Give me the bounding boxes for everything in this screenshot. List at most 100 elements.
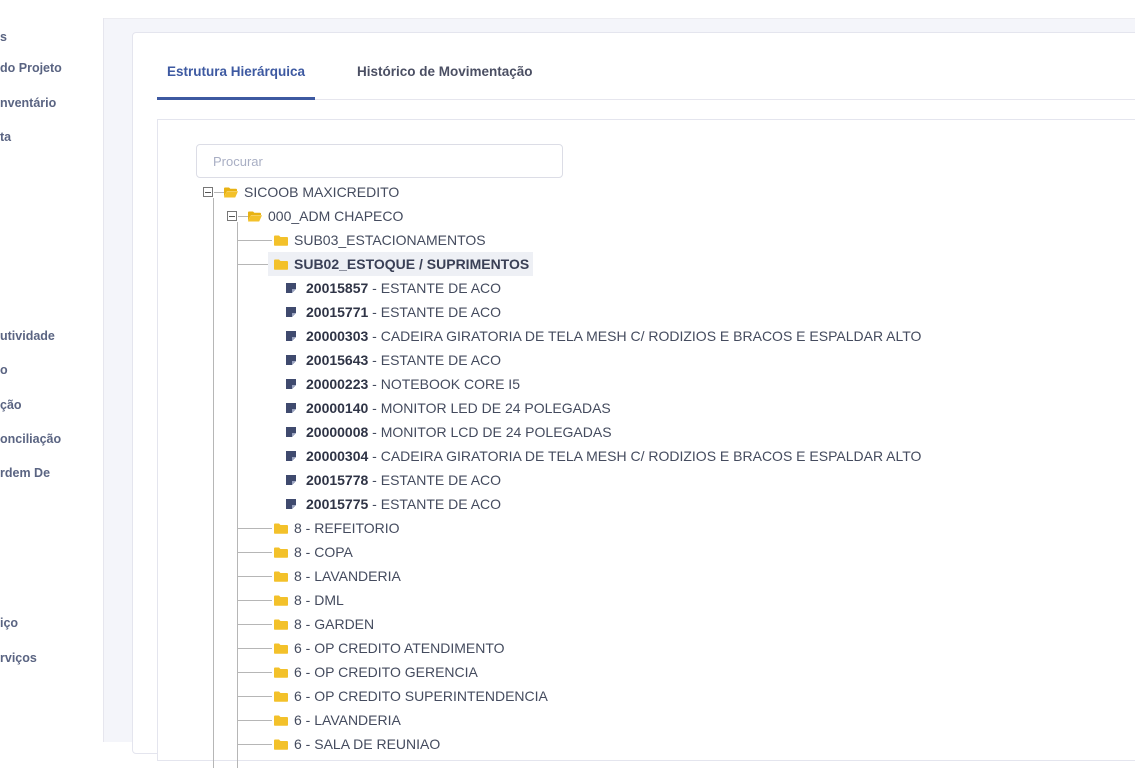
asset-description: - CADEIRA GIRATORIA DE TELA MESH C/ RODI…	[368, 328, 922, 344]
tree-node-label: SICOOB MAXICREDITO	[244, 184, 400, 200]
tree-connector	[238, 576, 272, 577]
folder-open-icon	[248, 211, 262, 222]
folder-icon	[274, 715, 288, 726]
tree-node-asset[interactable]: 20000303 - CADEIRA GIRATORIA DE TELA MES…	[286, 324, 921, 348]
tree-node-label: 6 - OP CREDITO ATENDIMENTO	[294, 640, 505, 656]
asset-code: 20015778	[306, 472, 369, 488]
asset-icon	[286, 420, 296, 437]
tree-node-folder[interactable]: 6 - LAVANDERIA	[274, 708, 401, 732]
folder-icon	[274, 667, 288, 678]
folder-icon	[274, 595, 288, 606]
collapse-toggle-icon[interactable]	[203, 187, 213, 197]
tab-estrutura-hierarquica[interactable]: Estrutura Hierárquica	[157, 33, 316, 100]
tree-connector	[238, 600, 272, 601]
sidebar-item-4[interactable]: ta	[0, 130, 11, 144]
sidebar-item-1[interactable]: s	[0, 30, 7, 44]
tree-node-folder[interactable]: 8 - LAVANDERIA	[274, 564, 401, 588]
sidebar-item-7[interactable]: ção	[0, 398, 22, 412]
tree-node-label: 6 - OP CREDITO SUPERINTENDENCIA	[294, 688, 548, 704]
tree-connector	[238, 744, 272, 745]
tree-node-folder[interactable]: 8 - REFEITORIO	[274, 516, 400, 540]
tree-node-branch[interactable]: 000_ADM CHAPECO	[248, 204, 403, 228]
sidebar-item-ordem-de[interactable]: rdem De	[0, 466, 50, 480]
tree-node-sub02-selected[interactable]: SUB02_ESTOQUE / SUPRIMENTOS	[268, 252, 534, 276]
asset-description: - MONITOR LED DE 24 POLEGADAS	[368, 400, 611, 416]
asset-code: 20000008	[306, 424, 369, 440]
folder-icon	[274, 739, 288, 750]
tree-view: SICOOB MAXICREDITO 000_ADM CHAPECO SUB03…	[158, 120, 1135, 768]
tree-panel: SICOOB MAXICREDITO 000_ADM CHAPECO SUB03…	[157, 119, 1135, 768]
asset-icon	[286, 276, 296, 293]
asset-code: 20000304	[306, 448, 369, 464]
tab-bar: Estrutura Hierárquica Histórico de Movim…	[157, 33, 1135, 100]
tree-node-label: 8 - COPA	[294, 544, 353, 560]
tree-node-asset[interactable]: 20015771 - ESTANTE DE ACO	[286, 300, 501, 324]
tree-connector	[238, 648, 272, 649]
folder-icon	[274, 523, 288, 534]
sidebar-item-inventario[interactable]: nventário	[0, 96, 56, 110]
tree-node-folder[interactable]: 6 - OP CREDITO GERENCIA	[274, 660, 478, 684]
sidebar-item-produtividade[interactable]: utividade	[0, 329, 55, 343]
tree-node-asset[interactable]: 20000223 - NOTEBOOK CORE I5	[286, 372, 520, 396]
tree-node-sub03[interactable]: SUB03_ESTACIONAMENTOS	[274, 228, 486, 252]
asset-code: 20015643	[306, 352, 369, 368]
tree-node-asset[interactable]: 20015857 - ESTANTE DE ACO	[286, 276, 501, 300]
asset-code: 20015857	[306, 280, 369, 296]
tree-connector	[238, 240, 272, 241]
main-content: Estrutura Hierárquica Histórico de Movim…	[104, 19, 1135, 768]
asset-description: - MONITOR LCD DE 24 POLEGADAS	[368, 424, 612, 440]
asset-code: 20015771	[306, 304, 369, 320]
folder-icon	[274, 643, 288, 654]
top-bar	[0, 0, 1135, 19]
tree-node-label: 8 - DML	[294, 592, 344, 608]
tree-connector	[238, 672, 272, 673]
sidebar-item-servico[interactable]: iço	[0, 616, 18, 630]
tree-connector	[238, 216, 248, 217]
tree-node-folder[interactable]: 6 - SALA DE REUNIAO	[274, 732, 440, 756]
tree-connector	[214, 192, 224, 193]
asset-description: - CADEIRA GIRATORIA DE TELA MESH C/ RODI…	[368, 448, 922, 464]
tree-node-folder[interactable]: 6 - OP CREDITO ATENDIMENTO	[274, 636, 505, 660]
asset-icon	[286, 348, 296, 365]
tree-node-folder[interactable]: 8 - GARDEN	[274, 612, 374, 636]
tree-node-asset[interactable]: 20015775 - ESTANTE DE ACO	[286, 492, 501, 516]
tree-node-asset[interactable]: 20015643 - ESTANTE DE ACO	[286, 348, 501, 372]
tree-node-asset[interactable]: 20015778 - ESTANTE DE ACO	[286, 468, 501, 492]
tree-node-asset[interactable]: 20000304 - CADEIRA GIRATORIA DE TELA MES…	[286, 444, 921, 468]
folder-icon	[274, 691, 288, 702]
sidebar-item-projeto[interactable]: do Projeto	[0, 61, 62, 75]
tree-connector	[237, 222, 238, 768]
sidebar-item-servicos[interactable]: rviços	[0, 651, 37, 665]
asset-description: - ESTANTE DE ACO	[368, 280, 502, 296]
asset-code: 20000140	[306, 400, 369, 416]
tree-node-root[interactable]: SICOOB MAXICREDITO	[224, 180, 399, 204]
tree-node-folder[interactable]: 8 - DML	[274, 588, 344, 612]
tree-node-label: 6 - SALA DE REUNIAO	[294, 736, 441, 752]
tree-connector	[238, 624, 272, 625]
collapse-toggle-icon[interactable]	[227, 211, 237, 221]
tree-node-label: 000_ADM CHAPECO	[268, 208, 404, 224]
asset-description: - ESTANTE DE ACO	[368, 472, 502, 488]
sidebar: s do Projeto nventário ta utividade o çã…	[0, 18, 104, 742]
asset-description: - NOTEBOOK CORE I5	[368, 376, 520, 392]
tree-connector	[238, 552, 272, 553]
tree-node-asset[interactable]: 20000140 - MONITOR LED DE 24 POLEGADAS	[286, 396, 611, 420]
asset-icon	[286, 300, 296, 317]
tree-node-folder[interactable]: 8 - COPA	[274, 540, 353, 564]
asset-icon	[286, 444, 296, 461]
tree-connector	[213, 198, 214, 768]
asset-description: - ESTANTE DE ACO	[368, 304, 502, 320]
asset-code: 20000303	[306, 328, 369, 344]
tree-node-label: 8 - LAVANDERIA	[294, 568, 401, 584]
tree-node-label: 6 - OP CREDITO GERENCIA	[294, 664, 478, 680]
tree-connector	[238, 264, 268, 265]
tree-node-label: 8 - GARDEN	[294, 616, 375, 632]
tree-node-asset[interactable]: 20000008 - MONITOR LCD DE 24 POLEGADAS	[286, 420, 612, 444]
asset-icon	[286, 324, 296, 341]
sidebar-item-conciliacao[interactable]: onciliação	[0, 432, 61, 446]
tab-historico-movimentacao[interactable]: Histórico de Movimentação	[347, 33, 543, 97]
asset-icon	[286, 492, 296, 509]
folder-icon	[274, 571, 288, 582]
sidebar-item-6[interactable]: o	[0, 363, 8, 377]
tree-node-folder[interactable]: 6 - OP CREDITO SUPERINTENDENCIA	[274, 684, 548, 708]
